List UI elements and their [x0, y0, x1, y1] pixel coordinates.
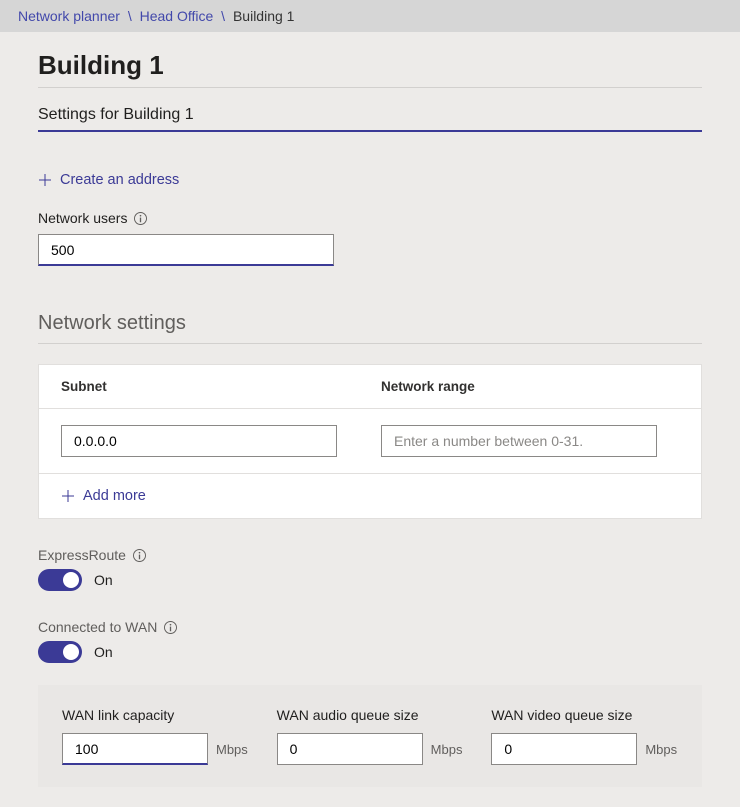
- wan-video-queue-input[interactable]: [491, 733, 637, 765]
- wan-link-capacity-input[interactable]: [62, 733, 208, 765]
- add-more-label: Add more: [83, 488, 146, 504]
- wan-audio-queue-unit: Mbps: [431, 742, 463, 757]
- connected-to-wan-state: On: [94, 644, 113, 660]
- wan-link-capacity-label: WAN link capacity: [62, 707, 249, 723]
- subnet-input[interactable]: [61, 425, 337, 457]
- network-settings-table: Subnet Network range Add more: [38, 364, 702, 519]
- plus-icon: [38, 173, 52, 187]
- create-address-button[interactable]: Create an address: [38, 172, 702, 188]
- network-settings-title: Network settings: [38, 312, 702, 344]
- info-icon[interactable]: [132, 548, 147, 563]
- expressroute-label: ExpressRoute: [38, 547, 126, 563]
- wan-video-queue-unit: Mbps: [645, 742, 677, 757]
- settings-name-field-wrap: [38, 106, 702, 132]
- create-address-label: Create an address: [60, 172, 179, 188]
- network-range-input[interactable]: [381, 425, 657, 457]
- wan-link-capacity-unit: Mbps: [216, 742, 248, 757]
- network-users-input[interactable]: [38, 234, 334, 266]
- subnet-column-header: Subnet: [61, 379, 381, 394]
- breadcrumb: Network planner \ Head Office \ Building…: [0, 0, 740, 32]
- connected-to-wan-toggle[interactable]: [38, 641, 82, 663]
- breadcrumb-head-office[interactable]: Head Office: [140, 8, 214, 24]
- add-more-button[interactable]: Add more: [39, 474, 701, 518]
- connected-to-wan-label: Connected to WAN: [38, 619, 157, 635]
- wan-video-queue-label: WAN video queue size: [491, 707, 678, 723]
- expressroute-state: On: [94, 572, 113, 588]
- wan-settings-card: WAN link capacity Mbps WAN audio queue s…: [38, 685, 702, 787]
- breadcrumb-current: Building 1: [233, 8, 295, 24]
- table-header: Subnet Network range: [39, 365, 701, 409]
- network-users-label: Network users: [38, 210, 127, 226]
- breadcrumb-separator: \: [124, 8, 136, 24]
- wan-audio-queue-input[interactable]: [277, 733, 423, 765]
- settings-name-field[interactable]: [38, 106, 702, 124]
- expressroute-toggle[interactable]: [38, 569, 82, 591]
- breadcrumb-separator: \: [217, 8, 229, 24]
- network-range-column-header: Network range: [381, 379, 679, 394]
- table-row: [39, 409, 701, 474]
- info-icon[interactable]: [163, 620, 178, 635]
- plus-icon: [61, 489, 75, 503]
- wan-audio-queue-label: WAN audio queue size: [277, 707, 464, 723]
- page-title: Building 1: [38, 50, 702, 88]
- info-icon[interactable]: [133, 211, 148, 226]
- breadcrumb-network-planner[interactable]: Network planner: [18, 8, 120, 24]
